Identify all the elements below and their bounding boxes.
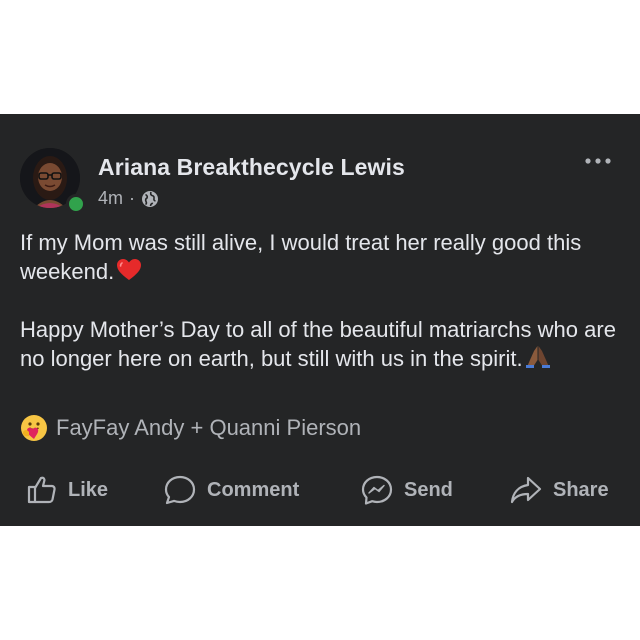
online-status-indicator <box>66 194 86 214</box>
reactions-summary[interactable]: FayFay Andy + Quanni Pierson <box>20 414 361 442</box>
messenger-icon <box>361 475 393 505</box>
send-label: Send <box>404 478 453 501</box>
comment-button[interactable]: Comment <box>163 470 299 510</box>
care-reaction-icon <box>21 415 47 441</box>
post-card: Ariana Breakthecycle Lewis 4m · If my Mo… <box>0 114 640 526</box>
post-timestamp[interactable]: 4m <box>98 188 123 209</box>
meta-separator: · <box>129 188 136 208</box>
more-options-icon <box>585 158 611 164</box>
red-heart-icon <box>117 259 142 280</box>
post-paragraph: Happy Mother’s Day to all of the beautif… <box>20 315 624 373</box>
reactions-names: FayFay Andy + Quanni Pierson <box>56 415 362 440</box>
author-name[interactable]: Ariana Breakthecycle Lewis <box>98 154 405 181</box>
folded-hands-icon <box>525 346 550 368</box>
share-button[interactable]: Share <box>509 470 609 510</box>
post-body: If my Mom was still alive, I would treat… <box>20 228 624 373</box>
post-meta: 4m · <box>98 188 159 209</box>
share-arrow-icon <box>510 476 542 504</box>
post-actions-bar: Like Comment Send Share <box>0 470 640 510</box>
screenshot-canvas: Ariana Breakthecycle Lewis 4m · If my Mo… <box>0 0 640 640</box>
share-label: Share <box>553 478 609 501</box>
thumbs-up-icon <box>27 476 56 504</box>
like-button[interactable]: Like <box>26 470 108 510</box>
paragraph-spacer <box>20 286 624 315</box>
send-button[interactable]: Send <box>360 470 453 510</box>
post-header: Ariana Breakthecycle Lewis 4m · <box>20 148 620 214</box>
like-label: Like <box>68 478 109 501</box>
author-avatar[interactable] <box>20 148 86 214</box>
post-paragraph: If my Mom was still alive, I would treat… <box>20 228 624 286</box>
comment-bubble-icon <box>164 475 196 505</box>
more-options-button[interactable] <box>578 148 618 174</box>
globe-icon[interactable] <box>141 190 159 208</box>
comment-label: Comment <box>207 478 300 501</box>
paragraph-text: If my Mom was still alive, I would treat… <box>20 230 582 284</box>
